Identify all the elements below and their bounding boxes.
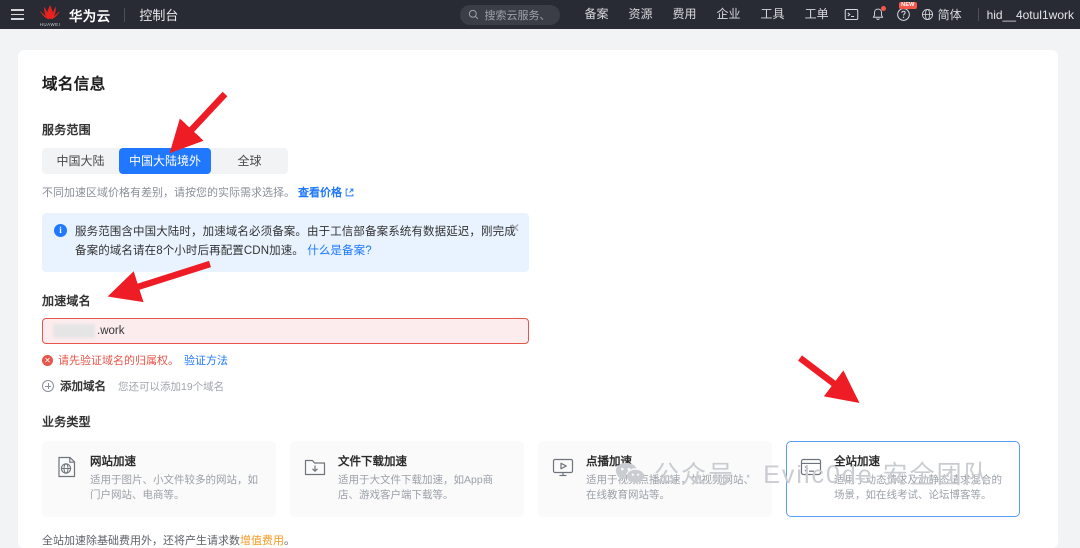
service-scope-label: 服务范围	[42, 123, 91, 137]
business-card-title: 全站加速	[834, 456, 880, 468]
nav-item-tickets[interactable]: 工单	[795, 0, 839, 29]
what-is-beian-link[interactable]: 什么是备案?	[307, 245, 372, 257]
fee-note-prefix: 全站加速除基础费用外，还将产生请求数	[42, 535, 240, 547]
business-card-title: 网站加速	[90, 456, 136, 468]
domain-info-card: 域名信息 服务范围 中国大陆 中国大陆境外 全球 不同加速区域价格有差别，请按您…	[18, 50, 1058, 548]
beian-info-alert: i 服务范围含中国大陆时，加速域名必须备案。由于工信部备案系统有数据延迟，刚完成…	[42, 213, 529, 272]
error-text: 请先验证域名的归属权。	[58, 355, 179, 367]
help-circle-icon	[897, 8, 910, 21]
add-domain-row[interactable]: 添加域名 您还可以添加19个域名	[42, 378, 1034, 394]
business-card-desc: 适用于大文件下载加速，如App商店、游戏客户端下载等。	[338, 474, 494, 501]
alert-line-2: 备案的域名请在8个小时后再配置CDN加速。	[75, 245, 304, 257]
scope-hint-text: 不同加速区域价格有差别，请按您的实际需求选择。	[42, 187, 295, 199]
page-body: 域名信息 服务范围 中国大陆 中国大陆境外 全球 不同加速区域价格有差别，请按您…	[0, 29, 1080, 548]
scope-option-global[interactable]: 全球	[211, 148, 288, 174]
business-type-label: 业务类型	[42, 415, 91, 429]
language-label: 简体	[937, 8, 962, 22]
accel-domain-label: 加速域名	[42, 294, 91, 308]
domain-input-value: .work	[97, 325, 125, 337]
business-card-title: 点播加速	[586, 456, 632, 468]
search-input[interactable]: 搜索云服务、	[460, 4, 561, 25]
service-scope-segmented-control: 中国大陆 中国大陆境外 全球	[42, 148, 289, 174]
search-icon	[469, 9, 479, 20]
info-icon: i	[54, 224, 67, 237]
globe-icon	[921, 9, 933, 20]
scope-option-outside-mainland[interactable]: 中国大陆境外	[119, 148, 212, 174]
console-label[interactable]: 控制台	[139, 5, 178, 24]
search-placeholder-text: 搜索云服务、	[484, 9, 551, 22]
language-switcher[interactable]: 简体	[917, 6, 970, 23]
business-card-desc: 适用于视频点播加速，如视频网站、在线教育网站等。	[586, 474, 754, 501]
alert-message: 服务范围含中国大陆时，加速域名必须备案。由于工信部备案系统有数据延迟，刚完成 备…	[75, 223, 516, 261]
external-link-icon[interactable]	[345, 188, 354, 197]
whole-site-fee-note: 全站加速除基础费用外，还将产生请求数增值费用。	[42, 532, 1034, 548]
huawei-cloud-logo[interactable]: HUAWEI 华为云	[34, 3, 110, 27]
plus-circle-icon	[42, 380, 54, 392]
view-price-link[interactable]: 查看价格	[298, 184, 342, 200]
console-terminal-icon	[800, 458, 822, 476]
notifications-button[interactable]	[865, 0, 891, 29]
domain-error-message: ✕ 请先验证域名的归属权。 验证方法	[42, 352, 1034, 368]
folder-download-icon	[304, 459, 326, 476]
business-card-title: 文件下载加速	[338, 456, 407, 468]
nav-item-enterprise[interactable]: 企业	[707, 0, 751, 29]
nav-item-beian[interactable]: 备案	[574, 0, 618, 29]
nav-item-billing[interactable]: 费用	[663, 0, 707, 29]
business-card-desc: 适用于动态请求及动静态请求混合的场景，如在线考试、论坛博客等。	[834, 474, 1002, 501]
brand-name: 华为云	[69, 8, 111, 24]
new-badge: NEW	[899, 2, 917, 9]
help-button[interactable]: NEW	[891, 0, 917, 29]
header-divider-2	[977, 8, 979, 21]
terminal-icon	[844, 9, 859, 20]
business-card-desc: 适用于图片、小文件较多的网站，如门户网站、电商等。	[90, 474, 258, 501]
top-navigation-bar: HUAWEI 华为云 控制台 搜索云服务、 备案 资源 费用 企业 工具 工单	[0, 0, 1080, 29]
cloudshell-button[interactable]	[839, 0, 865, 29]
accel-domain-input[interactable]: .work	[42, 318, 529, 344]
fee-note-suffix: 。	[284, 535, 295, 547]
masked-domain-prefix	[53, 324, 95, 338]
scope-option-mainland[interactable]: 中国大陆	[42, 148, 119, 174]
header-divider	[124, 7, 126, 22]
alert-line-1: 服务范围含中国大陆时，加速域名必须备案。由于工信部备案系统有数据延迟，刚完成	[75, 226, 516, 238]
top-navigation-right: 搜索云服务、 备案 资源 费用 企业 工具 工单 NEW 简体 hid__4ot…	[460, 0, 1080, 29]
verify-method-link[interactable]: 验证方法	[184, 352, 228, 368]
add-domain-hint: 您还可以添加19个域名	[118, 380, 225, 393]
scope-hint: 不同加速区域价格有差别，请按您的实际需求选择。 查看价格	[42, 184, 1034, 200]
add-domain-label: 添加域名	[60, 381, 106, 393]
hamburger-menu-icon[interactable]	[0, 0, 34, 29]
website-globe-doc-icon	[58, 456, 76, 478]
huawei-flower-icon	[40, 4, 60, 19]
notification-dot	[880, 6, 886, 11]
close-icon[interactable]: ✕	[510, 222, 520, 234]
nav-item-tools[interactable]: 工具	[751, 0, 795, 29]
user-account-name[interactable]: hid__4otul1work	[987, 8, 1074, 22]
nav-item-resources[interactable]: 资源	[619, 0, 663, 29]
page-title: 域名信息	[42, 76, 106, 93]
error-circle-icon: ✕	[42, 354, 53, 366]
fee-note-highlight: 增值费用	[240, 535, 284, 547]
video-play-monitor-icon	[552, 458, 574, 477]
